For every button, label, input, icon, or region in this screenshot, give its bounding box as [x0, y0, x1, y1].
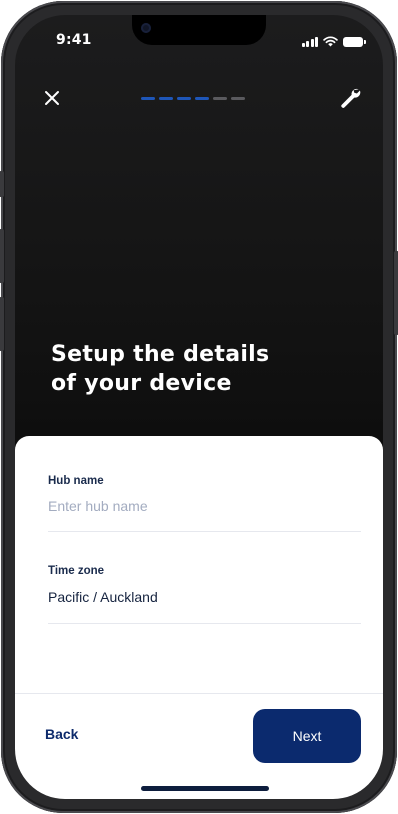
progress-step: [141, 97, 155, 100]
wifi-icon: [323, 36, 338, 47]
settings-button[interactable]: [338, 86, 362, 110]
page-title-line-1: Setup the details: [51, 342, 270, 367]
close-icon: [45, 91, 59, 105]
page-title: Setup the details of your device: [51, 340, 269, 398]
back-button[interactable]: Back: [45, 726, 78, 742]
battery-icon: [343, 37, 366, 47]
status-icons: [301, 36, 366, 47]
hub-name-label: Hub name: [48, 475, 104, 487]
time-zone-label: Time zone: [48, 565, 105, 577]
progress-step: [195, 97, 209, 100]
front-camera: [141, 23, 151, 33]
progress-step: [231, 97, 245, 100]
hub-name-field: Hub name: [48, 475, 361, 532]
hub-name-input[interactable]: [48, 498, 361, 532]
status-time: 9:41: [56, 32, 92, 48]
silent-switch: [0, 171, 4, 197]
step-progress-indicator: [141, 97, 245, 100]
form-card: Hub name Time zone Pacific / Auckland Ba…: [15, 436, 383, 799]
close-button[interactable]: [41, 87, 63, 109]
progress-step: [213, 97, 227, 100]
volume-up-button: [0, 229, 4, 283]
phone-frame: 9:41 Setup the details of your device Hu…: [0, 1, 398, 813]
page-title-line-2: of your device: [51, 371, 232, 396]
progress-step: [177, 97, 191, 100]
power-button: [394, 251, 398, 335]
footer-divider: [15, 693, 383, 694]
volume-down-button: [0, 297, 4, 351]
time-zone-select[interactable]: Pacific / Auckland: [48, 589, 361, 624]
signal-icon: [301, 37, 318, 47]
progress-step: [159, 97, 173, 100]
home-indicator: [141, 786, 269, 791]
screen: 9:41 Setup the details of your device Hu…: [15, 15, 383, 799]
next-button[interactable]: Next: [253, 709, 361, 763]
wrench-icon: [341, 88, 361, 108]
notch: [132, 15, 266, 45]
time-zone-field[interactable]: Time zone Pacific / Auckland: [48, 565, 361, 624]
